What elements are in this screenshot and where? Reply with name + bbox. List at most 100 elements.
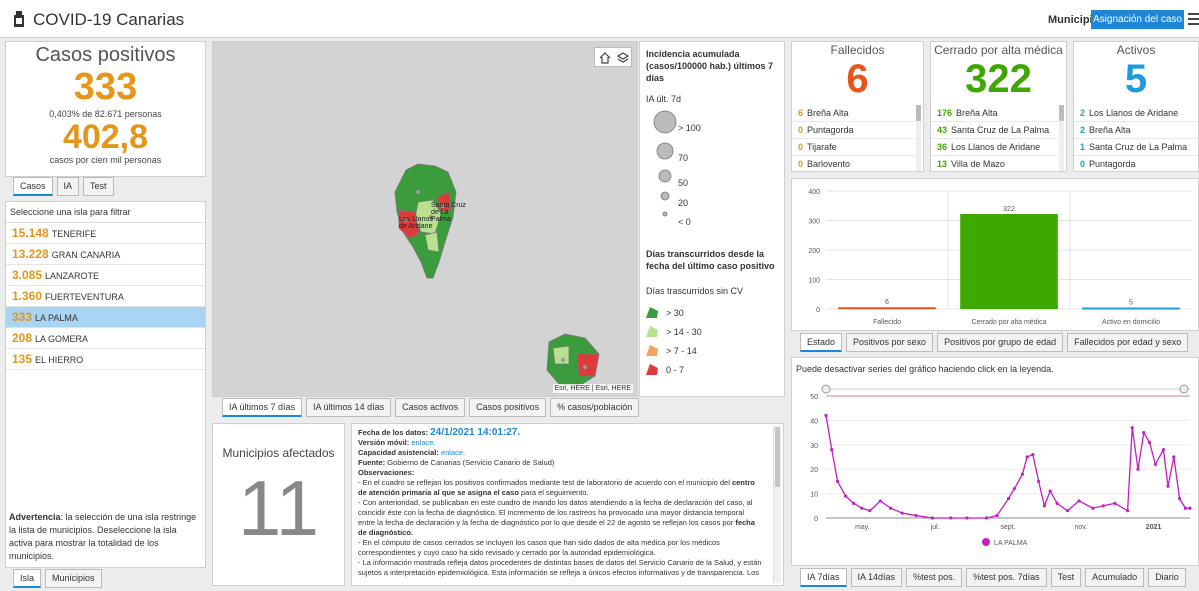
y-tick-label: 10 xyxy=(810,492,818,499)
range-slider-handle-left xyxy=(821,384,831,394)
ia-value: 402,8 xyxy=(62,118,149,156)
assign-case-button[interactable]: Asignación del caso xyxy=(1091,10,1184,29)
data-point xyxy=(1025,455,1029,459)
data-point xyxy=(1055,501,1059,505)
chart-tabs-top: Estado Positivos por sexo Positivos por … xyxy=(800,333,1189,352)
tab-estado[interactable]: Estado xyxy=(800,333,843,352)
tab-fallecidos-edad-sexo[interactable]: Fallecidos por edad y sexo xyxy=(1067,333,1189,352)
y-tick-label: 0 xyxy=(814,516,818,523)
data-point xyxy=(1012,487,1016,491)
y-tick-label: 200 xyxy=(808,248,820,255)
fallecidos-value: 6 xyxy=(846,57,869,101)
x-tick-label: Activo en domicilio xyxy=(1102,319,1160,326)
island-row-tenerife[interactable]: 15.148 TENERIFE xyxy=(6,223,205,244)
asistencial-link[interactable]: enlace. xyxy=(441,448,465,457)
menu-icon[interactable] xyxy=(1188,13,1199,25)
map-panel[interactable]: Los Llanos de Aridane Santa Cruz de La P… xyxy=(212,41,638,397)
cerrado-panel: Cerrado por alta médica 322 176 Breña Alt… xyxy=(930,41,1067,172)
cerrado-scrollbar[interactable] xyxy=(1059,105,1064,171)
tab-isla[interactable]: Isla xyxy=(13,569,42,588)
tab-positivos-sexo[interactable]: Positivos por sexo xyxy=(846,333,934,352)
y-tick-label: 400 xyxy=(808,189,820,196)
tab-pct-casos[interactable]: % casos/población xyxy=(550,398,640,417)
bar-value-label: 322 xyxy=(1003,206,1015,213)
islands-warning: Advertencia: la selección de una isla re… xyxy=(9,512,197,561)
list-item: 0 Puntagorda xyxy=(792,122,915,139)
island-row-la-gomera[interactable]: 208 LA GOMERA xyxy=(6,328,205,349)
notes-fuente: Fuente: Gobierno de Canarias (Servicio C… xyxy=(358,458,555,467)
cerrado-list: 176 Breña Alta 43 Santa Cruz de La Palma 3… xyxy=(931,105,1058,171)
legend-size-symbols xyxy=(653,110,677,217)
tab-acumulado[interactable]: Acumulado xyxy=(1085,568,1145,587)
cerrado-title: Cerrado por alta médica xyxy=(934,43,1063,57)
municipios-value: 11 xyxy=(238,464,319,552)
x-tick-label: 2021 xyxy=(1146,524,1162,531)
ia-line-chart[interactable]: 0 10 20 30 40 50 may. jul. sept. nov. 2021 LA PALMA xyxy=(792,382,1198,562)
data-point xyxy=(985,516,989,520)
notes-p4: - La información mostrada refleja datos … xyxy=(358,558,762,577)
tab-ia[interactable]: IA xyxy=(56,177,80,196)
island-row-lanzarote[interactable]: 3.085 LANZAROTE xyxy=(6,265,205,286)
island-row-el-hierro[interactable]: 135 EL HIERRO xyxy=(6,349,205,370)
legend-subtitle-ia: IA últ. 7d xyxy=(646,94,682,104)
tab-test[interactable]: Test xyxy=(1050,568,1082,587)
data-point xyxy=(1153,462,1157,466)
tab-ia-7[interactable]: IA últimos 7 días xyxy=(222,398,303,417)
series-line-la-palma xyxy=(825,415,1190,519)
y-tick-label: 300 xyxy=(808,219,820,226)
data-point xyxy=(1101,504,1105,508)
casos-panel: Casos positivos 333 0,403% de 82.671 per… xyxy=(5,41,206,177)
orange-swatch-icon xyxy=(646,345,658,356)
notes-p3: - En el cómputo de casos cerrados se inc… xyxy=(358,538,720,557)
tab-test-pos-7[interactable]: %test pos. 7días xyxy=(966,568,1047,587)
casos-title: Casos positivos xyxy=(35,44,176,66)
bar-value-label: 6 xyxy=(885,299,889,306)
legend-size-2: 70 xyxy=(678,153,689,163)
legend-subtitle-days: Días trascurridos sin CV xyxy=(646,286,744,296)
legend-title-ia: Incidencia acumulada (casos/100000 hab.)… xyxy=(646,49,774,83)
tab-municipios[interactable]: Municipios xyxy=(45,569,102,588)
y-tick-label: 20 xyxy=(810,467,818,474)
chart-tabs-bottom: IA 7días IA 14días %test pos. %test pos.… xyxy=(800,568,1186,587)
tab-test[interactable]: Test xyxy=(83,177,114,196)
tab-ia-14[interactable]: IA últimos 14 días xyxy=(306,398,392,417)
notes-scrollbar[interactable] xyxy=(773,426,781,583)
tab-casos-positivos[interactable]: Casos positivos xyxy=(469,398,547,417)
bar xyxy=(1082,307,1180,310)
data-point xyxy=(1077,499,1081,503)
legend-class-2: > 14 - 30 xyxy=(646,322,702,341)
x-tick-label: nov. xyxy=(1074,524,1087,531)
island-row-fuerteventura[interactable]: 1.360 FUERTEVENTURA xyxy=(6,286,205,307)
notes-p2: - Con anterioridad, se publicaban en est… xyxy=(358,498,755,537)
top-bar: COVID-19 Canarias Municipio Asignación d… xyxy=(0,0,1199,38)
y-tick-label: 30 xyxy=(810,443,818,450)
tab-casos-activos[interactable]: Casos activos xyxy=(395,398,466,417)
legend-panel: Incidencia acumulada (casos/100000 hab.)… xyxy=(639,41,785,397)
movil-link[interactable]: enlace. xyxy=(411,438,435,447)
list-item: 176 Breña Alta xyxy=(931,105,1058,122)
fallecidos-scrollbar[interactable] xyxy=(916,105,921,171)
data-point xyxy=(1048,489,1052,493)
dark-green-swatch-icon xyxy=(646,307,658,318)
island-row-la-palma[interactable]: 333 LA PALMA xyxy=(6,307,205,328)
tab-test-pos[interactable]: %test pos. xyxy=(906,568,963,587)
chart-legend: LA PALMA xyxy=(982,538,1028,547)
tab-ia-14dias[interactable]: IA 14días xyxy=(850,568,903,587)
data-point xyxy=(1147,440,1152,444)
fallecidos-title: Fallecidos xyxy=(830,43,885,57)
tab-positivos-edad[interactable]: Positivos por grupo de edad xyxy=(937,333,1064,352)
canarias-crest-icon xyxy=(14,11,24,27)
island-row-gran-canaria[interactable]: 13.228 GRAN CANARIA xyxy=(6,244,205,265)
tab-ia-7dias[interactable]: IA 7días xyxy=(800,568,847,587)
tab-casos[interactable]: Casos xyxy=(13,177,53,196)
data-point xyxy=(1126,509,1130,513)
y-tick-label: 100 xyxy=(808,278,820,285)
list-item: 6 Breña Alta xyxy=(792,105,915,122)
la-gomera-island xyxy=(546,333,600,387)
legend-classes: > 30 > 14 - 30 > 7 - 14 0 - 7 xyxy=(646,303,702,379)
islands-tabs: Isla Municipios xyxy=(13,569,102,588)
tab-diario[interactable]: Diario xyxy=(1148,568,1186,587)
data-point xyxy=(1161,448,1166,452)
data-point xyxy=(1130,426,1134,430)
fallecidos-list: 6 Breña Alta 0 Puntagorda 0 Tijarafe 0 Barlo… xyxy=(792,105,915,171)
